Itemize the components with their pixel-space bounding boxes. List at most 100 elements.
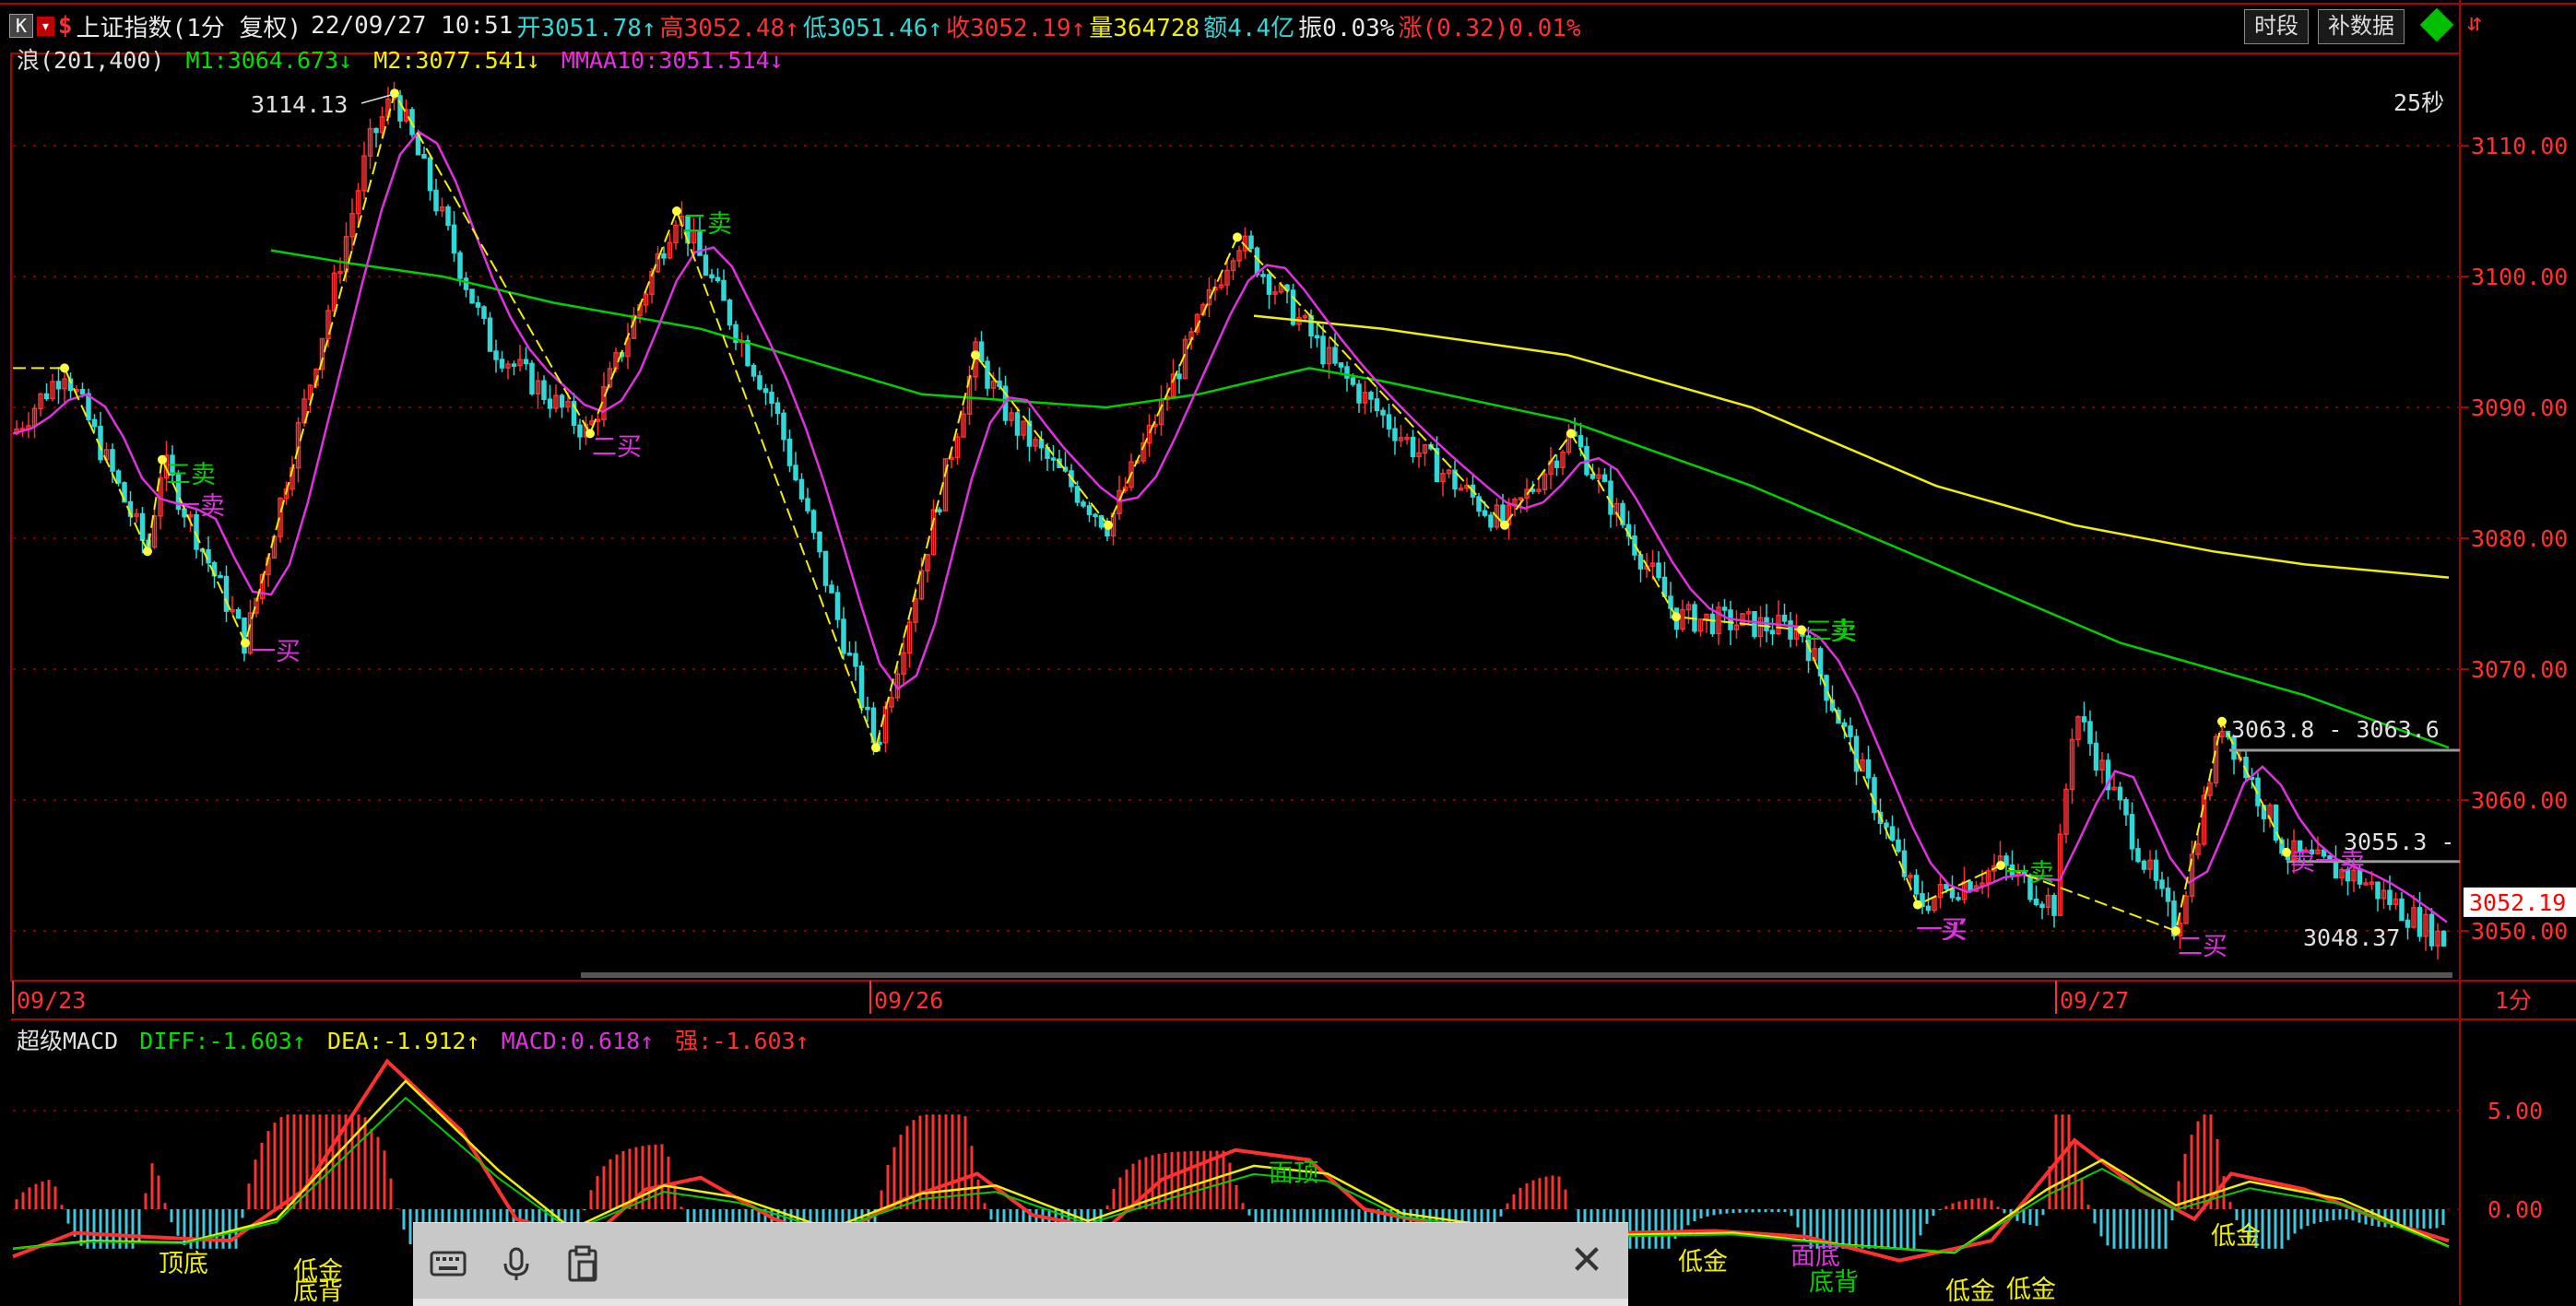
candle-body — [139, 512, 146, 541]
candle-body — [493, 350, 499, 360]
candle-body — [547, 398, 553, 409]
candle-body — [2123, 799, 2129, 816]
candle-body — [841, 618, 846, 654]
wave-point — [390, 88, 399, 99]
candle-body — [750, 364, 757, 377]
candlesticks — [14, 81, 2447, 960]
signal-label: 一卖 — [2004, 859, 2054, 888]
candle-body — [1872, 777, 1877, 814]
wave-point — [1672, 612, 1681, 622]
price-axis-label: 3090.00 — [2471, 394, 2568, 421]
candle-body — [2399, 898, 2405, 922]
horizontal-scrollbar[interactable] — [581, 972, 2452, 978]
m1-line — [270, 249, 2450, 749]
candle-body — [757, 375, 762, 390]
signal-label: 三卖 — [166, 461, 216, 489]
candle-body — [2165, 888, 2171, 902]
candle-body — [541, 380, 547, 400]
wave-point — [143, 547, 152, 557]
strong-value: 强:-1.603↑ — [675, 1028, 809, 1054]
candle-body — [1368, 392, 1374, 400]
range-high-label: 3063.8 - 3063.6 — [2231, 716, 2440, 743]
candle-body — [978, 341, 985, 362]
candle-body — [1752, 611, 1757, 638]
candle-body — [2093, 742, 2099, 771]
candle-body — [2387, 889, 2393, 906]
signal-label: 卖一卖 — [2290, 848, 2365, 877]
wave-point — [871, 743, 880, 753]
candle-body — [822, 550, 829, 586]
microphone-icon[interactable] — [496, 1243, 537, 1284]
candle-body — [1848, 725, 1853, 737]
macd-axis-label: 0.00 — [2487, 1196, 2543, 1223]
candle-body — [805, 498, 810, 512]
candle-body — [1817, 648, 1824, 677]
candle-body — [1014, 412, 1021, 436]
candle-body — [1956, 897, 1961, 900]
candle-body — [1356, 383, 1362, 404]
candle-body — [2153, 859, 2159, 881]
signal-label: 一卖 — [175, 492, 225, 521]
price-axis-label: 3110.00 — [2471, 133, 2568, 159]
candle-body — [1944, 883, 1949, 889]
menu-icon[interactable]: ▾ — [37, 16, 54, 36]
candle-body — [421, 154, 427, 159]
candle-body — [115, 470, 122, 484]
candle-body — [834, 592, 841, 620]
candle-body — [2440, 930, 2447, 947]
datetime: 22/09/27 10:51 — [311, 12, 514, 40]
candle-body — [1668, 595, 1673, 609]
candle-body — [1248, 235, 1254, 250]
candle-body — [235, 608, 242, 619]
change: 涨(0.32)0.01% — [1398, 14, 1581, 42]
keyboard-icon[interactable] — [428, 1243, 468, 1284]
m1-value: M1:3064.673↓ — [185, 47, 353, 74]
date-label: 09/26 — [874, 987, 943, 1014]
candle-body — [2039, 903, 2045, 909]
candle-body — [781, 412, 786, 441]
price-axis-label: 3070.00 — [2471, 656, 2568, 683]
period-button[interactable]: 时段 — [2244, 9, 2309, 44]
candle-body — [2081, 716, 2087, 723]
amount: 额4.4亿 — [1203, 14, 1295, 42]
toggle-icon[interactable]: ⇵ — [2467, 9, 2482, 37]
chart-canvas[interactable]: 顶底 低金底背面顶低金 面底底背低金低金 低金 3110.003100.003090.… — [0, 0, 2576, 1305]
candle-body — [451, 224, 457, 254]
candle-body — [1488, 514, 1494, 528]
macd-signal-label: 面底 — [1790, 1242, 1840, 1271]
candle-body — [559, 394, 565, 408]
candle-body — [2416, 907, 2423, 937]
candle-body — [1889, 826, 1896, 841]
candle-body — [846, 653, 853, 656]
candle-body — [1896, 839, 1901, 853]
candle-body — [1254, 247, 1260, 276]
wave-point — [672, 206, 681, 216]
candle-body — [1841, 722, 1848, 727]
macd-axis-label: 5.00 — [2487, 1098, 2543, 1124]
candle-body — [1266, 274, 1272, 295]
candle-body — [2405, 919, 2411, 928]
close-icon[interactable]: ✕ — [1564, 1238, 1610, 1284]
wave-point — [1500, 520, 1509, 530]
indicator-lines — [12, 88, 2460, 935]
candle-body — [481, 306, 487, 320]
candle-body — [793, 465, 798, 481]
price-axis-label: 3100.00 — [2471, 264, 2568, 290]
k-icon[interactable]: K — [9, 14, 34, 38]
indicator-name: 浪(201,400) — [17, 47, 165, 74]
main-indicator-legend: 浪(201,400) M1:3064.673↓ M2:3077.541↓ MMA… — [17, 42, 791, 76]
dollar-icon[interactable]: $ — [58, 12, 73, 40]
candle-body — [1925, 905, 1932, 912]
candle-body — [242, 617, 247, 654]
candle-body — [2135, 848, 2141, 863]
candle-body — [745, 339, 750, 367]
candle-body — [457, 252, 463, 279]
supplement-data-button[interactable]: 补数据 — [2318, 9, 2405, 44]
candle-body — [1050, 457, 1057, 461]
candle-body — [487, 317, 493, 352]
candle-body — [397, 95, 403, 122]
candle-body — [1608, 480, 1613, 515]
clipboard-icon[interactable] — [562, 1243, 603, 1284]
candle-body — [1314, 335, 1320, 339]
open-price: 开3051.78↑ — [516, 14, 656, 42]
